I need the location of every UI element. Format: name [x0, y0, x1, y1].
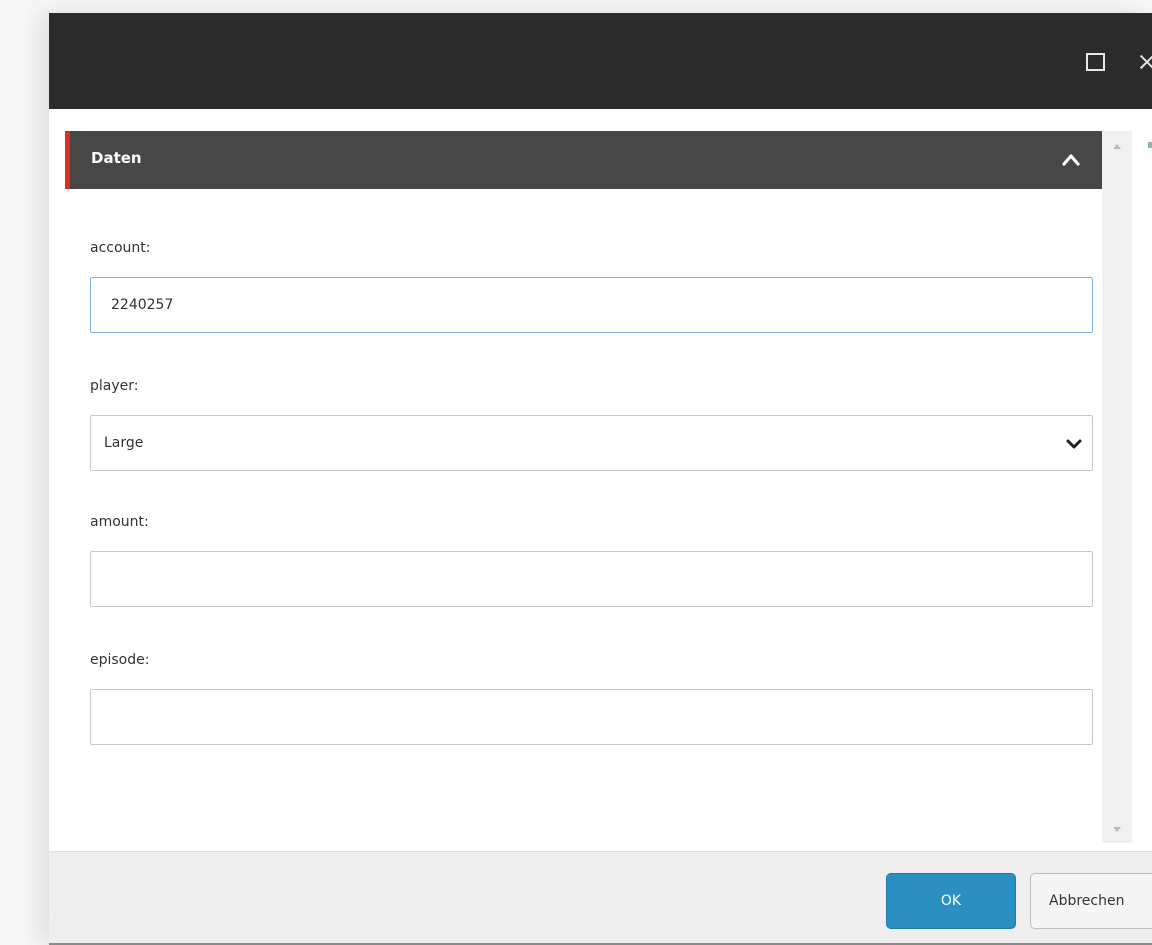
dialog: Daten account: player: Large amount: epi… — [49, 13, 1152, 945]
dialog-content: Daten account: player: Large amount: epi… — [49, 109, 1152, 851]
vertical-scrollbar[interactable] — [1102, 131, 1132, 843]
cancel-button[interactable]: Abbrechen — [1030, 873, 1152, 929]
amount-label: amount: — [90, 514, 149, 530]
side-marker — [1148, 142, 1152, 148]
account-input[interactable] — [90, 277, 1093, 333]
maximize-icon — [1086, 53, 1105, 71]
close-button[interactable] — [1138, 49, 1152, 75]
triangle-down-icon — [1113, 827, 1121, 832]
maximize-button[interactable] — [1085, 51, 1107, 73]
episode-label: episode: — [90, 652, 150, 668]
dialog-titlebar — [49, 13, 1152, 109]
scroll-down-button[interactable] — [1102, 819, 1132, 843]
dialog-footer: OK Abbrechen — [49, 851, 1152, 945]
chevron-up-icon — [1062, 154, 1080, 166]
amount-input[interactable] — [90, 551, 1093, 607]
scroll-up-button[interactable] — [1102, 131, 1132, 155]
chevron-down-icon — [1066, 439, 1082, 449]
triangle-up-icon — [1113, 144, 1121, 149]
ok-button[interactable]: OK — [886, 873, 1016, 929]
player-select-value: Large — [104, 435, 144, 451]
section-title: Daten — [91, 149, 142, 167]
episode-input[interactable] — [90, 689, 1093, 745]
section-header-daten[interactable]: Daten — [65, 131, 1102, 189]
player-label: player: — [90, 378, 139, 394]
player-select[interactable]: Large — [90, 415, 1093, 471]
account-label: account: — [90, 240, 151, 256]
